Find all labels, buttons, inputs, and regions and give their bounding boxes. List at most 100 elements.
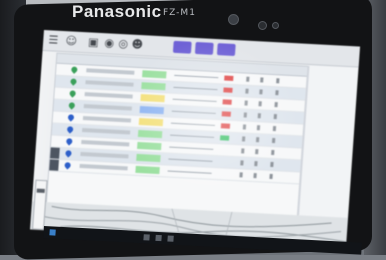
toolbar-button-3[interactable] — [216, 43, 236, 57]
row-detail-text — [172, 98, 217, 103]
location-pin-icon — [64, 149, 73, 158]
row-id-text — [81, 139, 130, 147]
row-mark — [241, 136, 246, 142]
row-number — [49, 159, 59, 171]
camera-icon — [228, 14, 239, 25]
row-mark — [259, 89, 263, 95]
menu-icon[interactable]: ☰ — [47, 33, 60, 47]
status-badge — [136, 153, 161, 163]
location-pin-icon — [65, 137, 74, 146]
row-number — [55, 76, 65, 87]
row-mark — [240, 160, 244, 166]
row-mark — [271, 137, 276, 144]
taskbar-app-icon[interactable] — [155, 234, 162, 242]
row-number — [53, 100, 63, 111]
row-mark — [260, 77, 264, 83]
row-mark — [244, 100, 248, 106]
row-detail-text — [169, 146, 214, 150]
status-badge — [137, 141, 162, 151]
row-mark — [257, 113, 261, 119]
row-mark — [273, 114, 277, 120]
status-badge — [138, 117, 164, 127]
row-mark — [275, 90, 279, 96]
status-badge — [142, 70, 167, 79]
sensor-icon — [272, 22, 279, 29]
row-detail-text — [170, 134, 215, 138]
row-mark — [242, 124, 247, 130]
location-pin-icon — [66, 113, 76, 122]
location-pin-icon — [70, 65, 79, 74]
app-screen: ☰ ☺ ▣ ◉ ◎ ☻ — [30, 30, 360, 246]
status-flag-icon — [221, 111, 231, 117]
status-flag-icon — [223, 87, 233, 93]
sensor-icon — [258, 21, 267, 30]
taskbar-app-icon[interactable] — [167, 235, 174, 242]
row-number — [53, 111, 63, 122]
zoom-slider-knob[interactable] — [36, 188, 45, 194]
row-mark — [241, 148, 245, 154]
layers-icon[interactable]: ◎ — [117, 37, 130, 51]
row-mark — [271, 149, 275, 156]
row-id-text — [84, 92, 133, 99]
status-badge — [141, 82, 166, 91]
status-badge — [139, 106, 165, 115]
row-detail-text — [170, 122, 215, 126]
row-mark — [258, 101, 262, 107]
location-pin-icon — [65, 125, 75, 134]
taskbar-app-icon[interactable] — [143, 234, 150, 241]
location-pin-icon — [63, 161, 72, 170]
row-mark — [246, 76, 250, 82]
status-flag-icon — [224, 75, 234, 81]
status-badge — [135, 165, 160, 175]
row-mark — [255, 137, 260, 143]
person-group-icon[interactable]: ☻ — [131, 38, 144, 52]
row-number — [52, 123, 62, 134]
toolbar-button-2[interactable] — [194, 41, 214, 55]
location-pin-icon — [67, 101, 77, 110]
row-id-text — [83, 104, 132, 111]
save-icon[interactable]: ▣ — [87, 35, 100, 49]
row-mark — [245, 88, 249, 94]
row-id-text — [85, 80, 134, 87]
status-badge — [137, 129, 163, 139]
row-detail-text — [173, 86, 218, 91]
row-mark — [272, 126, 277, 132]
toolbar-button-1[interactable] — [172, 40, 192, 54]
row-number — [56, 64, 66, 75]
row-mark — [269, 173, 273, 179]
brand-logo: Panasonic — [72, 2, 162, 21]
data-table — [45, 52, 309, 218]
row-id-text — [79, 163, 128, 171]
row-number — [50, 147, 60, 159]
side-panel — [297, 65, 358, 218]
row-mark — [243, 112, 247, 118]
row-id-text — [80, 151, 129, 159]
status-flag-icon — [220, 123, 231, 129]
row-number — [54, 88, 64, 99]
status-flag-icon — [219, 135, 230, 141]
status-badge — [140, 94, 165, 103]
model-label: FZ-M1 — [163, 8, 196, 18]
status-flag-icon — [222, 99, 232, 105]
start-icon[interactable] — [49, 229, 56, 236]
location-pin-icon — [68, 89, 77, 98]
row-id-text — [82, 116, 132, 123]
row-mark — [274, 102, 278, 108]
row-id-text — [86, 68, 135, 75]
row-detail-text — [167, 170, 212, 174]
row-mark — [254, 161, 258, 167]
row-mark — [276, 78, 280, 84]
row-id-text — [82, 128, 131, 135]
row-mark — [256, 125, 261, 131]
row-mark — [255, 149, 259, 155]
person-icon[interactable]: ☺ — [65, 34, 78, 48]
camera-icon[interactable]: ◉ — [103, 36, 116, 50]
row-detail-text — [171, 110, 216, 115]
location-pin-icon — [69, 77, 78, 86]
row-detail-text — [174, 74, 219, 79]
row-mark — [239, 172, 243, 178]
row-detail-text — [168, 158, 213, 162]
row-number — [51, 135, 61, 146]
row-mark — [270, 161, 274, 168]
row-mark — [253, 172, 257, 179]
